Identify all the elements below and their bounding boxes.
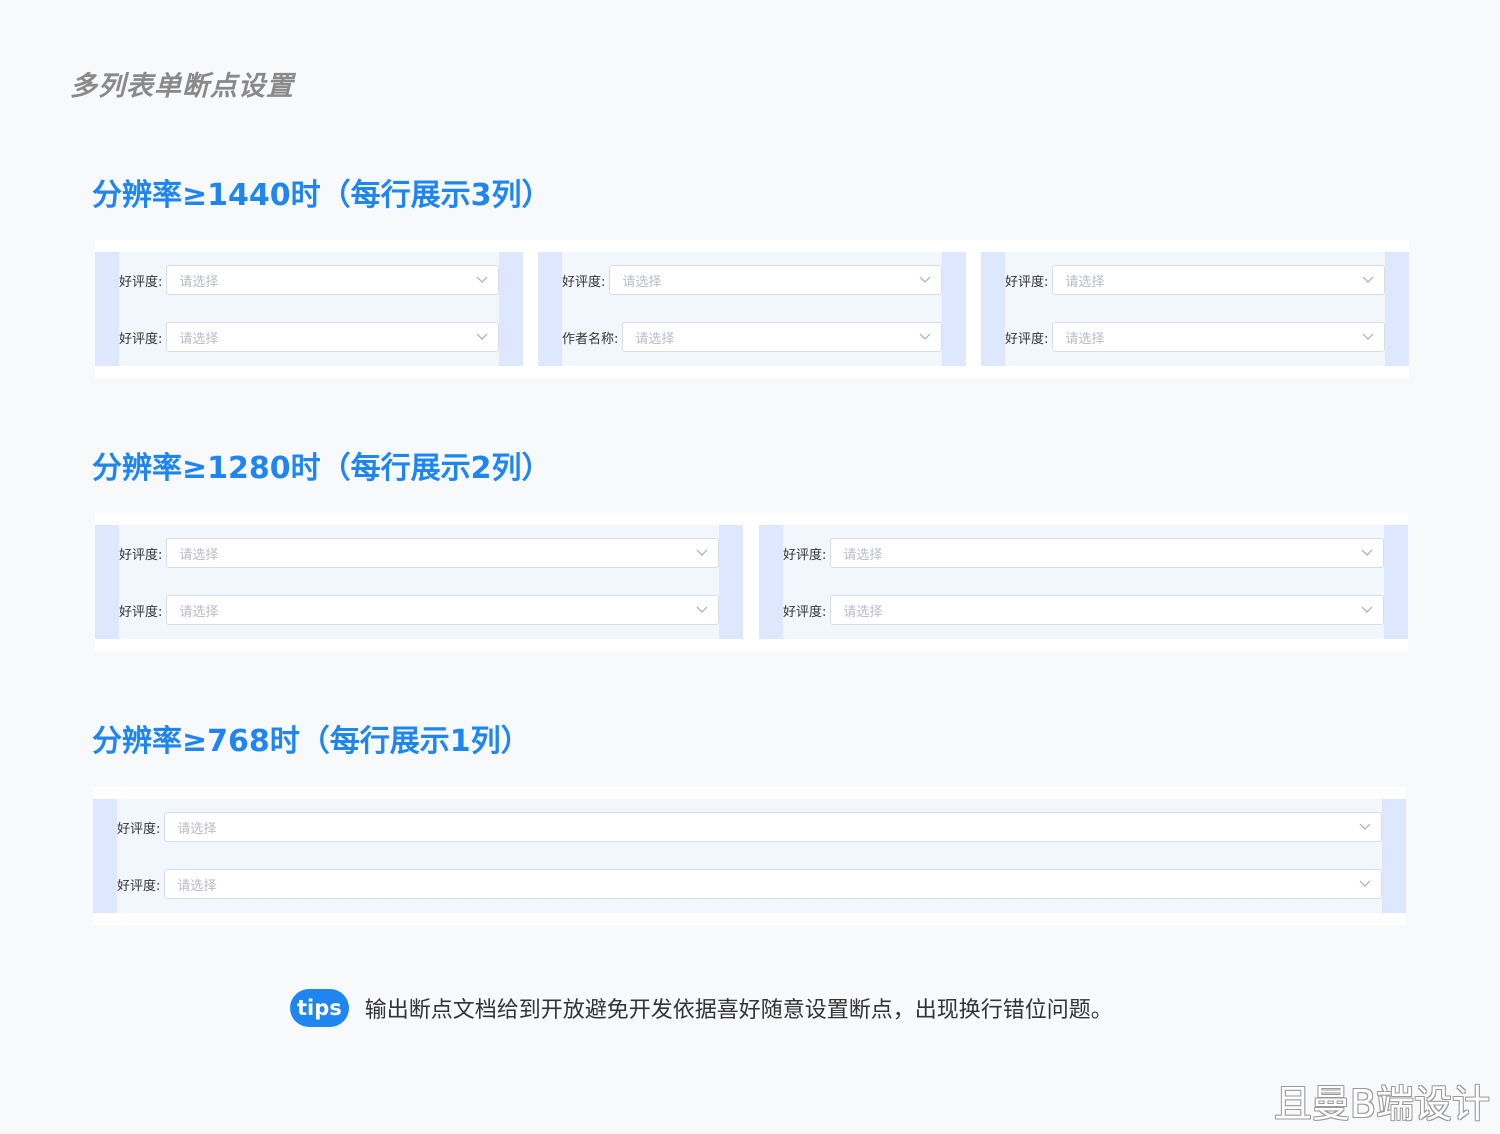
select-placeholder: 请选择 [843,547,883,563]
field-label: 好评度: [119,331,163,347]
select-placeholder: 请选择 [1065,274,1105,290]
select-field[interactable]: 请选择 [166,595,719,625]
form-row: 好评度: 请选择 [1005,321,1385,353]
chevron-down-icon [476,276,488,284]
select-field[interactable]: 请选择 [609,265,942,295]
chevron-down-icon [696,606,708,614]
form-card: 好评度: 请选择 作者名称: 请选择 [538,252,966,366]
select-field[interactable]: 请选择 [622,322,942,352]
field-label: 好评度: [119,547,163,563]
section-title-768: 分辨率≥768时（每行展示1列） [92,724,531,759]
chevron-down-icon [1359,880,1371,888]
select-field[interactable]: 请选择 [166,265,499,295]
field-label: 好评度: [117,821,161,837]
chevron-down-icon [1362,333,1374,341]
select-field[interactable]: 请选择 [166,538,719,568]
select-placeholder: 请选择 [179,604,219,620]
chevron-down-icon [1359,823,1371,831]
form-card: 好评度: 请选择 好评度: 请选择 [981,252,1409,366]
field-label: 作者名称: [562,331,619,347]
form-card: 好评度: 请选择 好评度: 请选择 [95,252,523,366]
field-label: 好评度: [117,878,161,894]
form-panel-1col: 好评度: 请选择 好评度: 请选择 [93,787,1406,925]
section-title-1280: 分辨率≥1280时（每行展示2列） [92,451,552,486]
field-label: 好评度: [119,274,163,290]
form-row: 好评度: 请选择 [119,594,719,626]
select-field[interactable]: 请选择 [830,595,1384,625]
tips-badge: tips [290,989,349,1027]
chevron-down-icon [696,549,708,557]
form-row: 好评度: 请选择 [783,594,1384,626]
form-row: 好评度: 请选择 [783,537,1384,569]
chevron-down-icon [476,333,488,341]
form-card: 好评度: 请选择 好评度: 请选择 [95,525,743,639]
chevron-down-icon [919,276,931,284]
select-field[interactable]: 请选择 [1052,322,1385,352]
select-placeholder: 请选择 [179,274,219,290]
field-label: 好评度: [783,547,827,563]
field-label: 好评度: [1005,331,1049,347]
form-panel-2col: 好评度: 请选择 好评度: 请选择 好评度: 请选择 好评度: 请选择 [95,513,1408,651]
form-row: 好评度: 请选择 [1005,264,1385,296]
field-label: 好评度: [562,274,606,290]
select-field[interactable]: 请选择 [830,538,1384,568]
form-row: 好评度: 请选择 [119,537,719,569]
select-placeholder: 请选择 [179,331,219,347]
chevron-down-icon [1361,606,1373,614]
select-placeholder: 请选择 [177,878,217,894]
field-label: 好评度: [783,604,827,620]
chevron-down-icon [1361,549,1373,557]
watermark: 且曼B端设计 [1273,1082,1490,1126]
chevron-down-icon [1362,276,1374,284]
select-field[interactable]: 请选择 [1052,265,1385,295]
field-label: 好评度: [119,604,163,620]
select-placeholder: 请选择 [843,604,883,620]
select-field[interactable]: 请选择 [164,812,1382,842]
select-placeholder: 请选择 [177,821,217,837]
form-card: 好评度: 请选择 好评度: 请选择 [759,525,1408,639]
field-label: 好评度: [1005,274,1049,290]
form-row: 好评度: 请选择 [562,264,942,296]
form-panel-3col: 好评度: 请选择 好评度: 请选择 好评度: 请选择 作者名称: 请选择 好评度… [95,240,1409,378]
form-row: 好评度: 请选择 [117,868,1382,900]
select-field[interactable]: 请选择 [166,322,499,352]
section-title-1440: 分辨率≥1440时（每行展示3列） [92,178,552,213]
select-placeholder: 请选择 [179,547,219,563]
select-placeholder: 请选择 [1065,331,1105,347]
tips-note: tips 输出断点文档给到开放避免开发依据喜好随意设置断点，出现换行错位问题。 [290,989,1113,1027]
form-row: 好评度: 请选择 [119,264,499,296]
page-title: 多列表单断点设置 [70,71,294,102]
form-row: 好评度: 请选择 [119,321,499,353]
select-placeholder: 请选择 [635,331,675,347]
chevron-down-icon [919,333,931,341]
form-row: 好评度: 请选择 [117,811,1382,843]
form-row: 作者名称: 请选择 [562,321,942,353]
form-card: 好评度: 请选择 好评度: 请选择 [93,799,1406,913]
select-field[interactable]: 请选择 [164,869,1382,899]
select-placeholder: 请选择 [622,274,662,290]
tips-text: 输出断点文档给到开放避免开发依据喜好随意设置断点，出现换行错位问题。 [364,998,1113,1023]
